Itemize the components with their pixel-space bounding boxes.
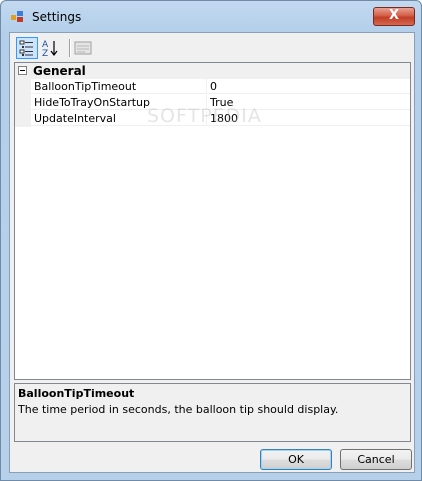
close-button[interactable]: X bbox=[373, 7, 415, 26]
property-grid[interactable]: General BalloonTipTimeout 0 HideToTrayOn… bbox=[14, 62, 411, 380]
toolbar-separator bbox=[69, 39, 71, 57]
collapse-icon[interactable] bbox=[18, 66, 27, 75]
title-bar[interactable]: Settings X bbox=[1, 1, 421, 31]
cancel-button[interactable]: Cancel bbox=[340, 449, 412, 470]
category-row-general[interactable]: General bbox=[15, 63, 410, 79]
description-title: BalloonTipTimeout bbox=[18, 387, 135, 400]
description-panel: BalloonTipTimeout The time period in sec… bbox=[14, 383, 411, 442]
property-row[interactable]: BalloonTipTimeout 0 bbox=[15, 79, 410, 95]
app-icon bbox=[11, 11, 25, 23]
svg-text:Z: Z bbox=[42, 49, 48, 59]
description-text: The time period in seconds, the balloon … bbox=[18, 403, 339, 416]
client-area: A Z General BalloonTipTimeout 0 HideToTr… bbox=[9, 32, 415, 473]
category-label: General bbox=[33, 64, 86, 78]
property-grid-toolbar: A Z bbox=[10, 35, 414, 61]
categorized-icon bbox=[19, 40, 33, 56]
property-name[interactable]: BalloonTipTimeout bbox=[31, 79, 207, 94]
sort-az-icon: A Z bbox=[42, 40, 58, 59]
categorized-button[interactable] bbox=[16, 37, 38, 59]
settings-window: Settings X A Z General BalloonTipTimeout… bbox=[0, 0, 422, 481]
watermark: SOFTPEDIA bbox=[147, 105, 262, 127]
property-value[interactable]: 0 bbox=[207, 79, 410, 94]
alphabetical-button[interactable]: A Z bbox=[40, 37, 62, 59]
property-pages-icon bbox=[74, 41, 92, 55]
row-margin bbox=[15, 79, 31, 95]
window-title: Settings bbox=[32, 10, 82, 24]
row-margin bbox=[15, 111, 31, 127]
row-margin bbox=[15, 95, 31, 111]
ok-button[interactable]: OK bbox=[260, 449, 332, 470]
property-pages-button[interactable] bbox=[72, 37, 94, 59]
close-icon: X bbox=[388, 8, 400, 23]
